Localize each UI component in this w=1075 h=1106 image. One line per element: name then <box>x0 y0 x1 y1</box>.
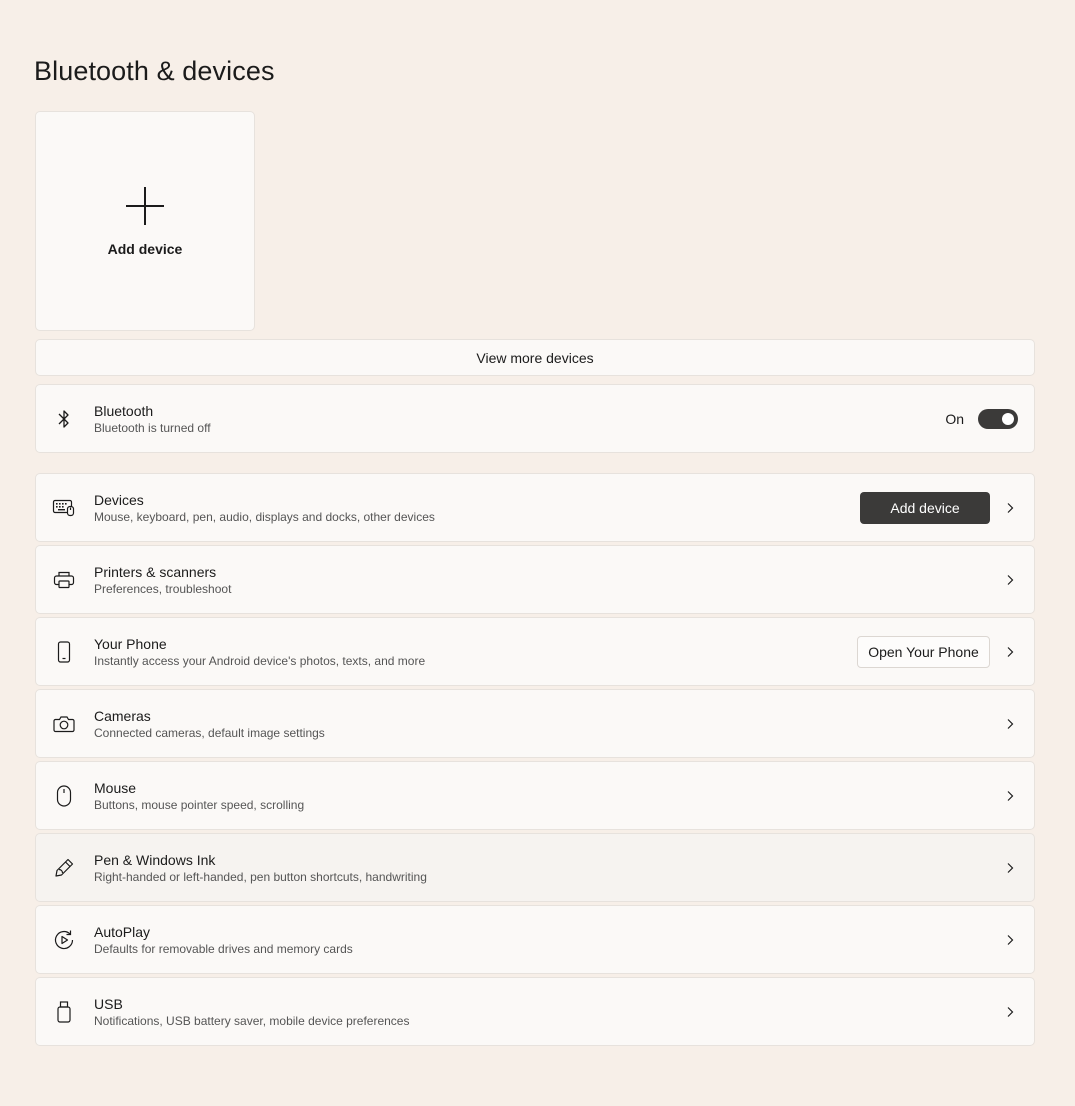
settings-row-title: Printers & scanners <box>94 563 217 580</box>
chevron-right-icon <box>1004 1006 1016 1018</box>
settings-row-devices[interactable]: Devices Mouse, keyboard, pen, audio, dis… <box>35 473 1035 542</box>
settings-row-subtitle: Buttons, mouse pointer speed, scrolling <box>94 797 305 812</box>
settings-row-autoplay[interactable]: AutoPlay Defaults for removable drives a… <box>35 905 1035 974</box>
printer-icon <box>51 567 77 593</box>
chevron-right-icon <box>1004 574 1016 586</box>
bluetooth-title: Bluetooth <box>94 402 154 419</box>
settings-row-usb[interactable]: USB Notifications, USB battery saver, mo… <box>35 977 1035 1046</box>
view-more-devices-label: View more devices <box>476 349 594 366</box>
settings-row-subtitle: Mouse, keyboard, pen, audio, displays an… <box>94 509 435 524</box>
settings-row-subtitle: Defaults for removable drives and memory… <box>94 941 353 956</box>
chevron-right-icon <box>1004 502 1016 514</box>
pen-icon <box>51 855 77 881</box>
settings-row-subtitle: Right-handed or left-handed, pen button … <box>94 869 427 884</box>
settings-row-subtitle: Preferences, troubleshoot <box>94 581 232 596</box>
add-device-tile-label: Add device <box>107 241 183 257</box>
settings-row-title: Mouse <box>94 779 137 796</box>
page-title: Bluetooth & devices <box>34 56 275 86</box>
chevron-right-icon <box>1004 646 1016 658</box>
settings-row-pen[interactable]: Pen & Windows Ink Right-handed or left-h… <box>35 833 1035 902</box>
settings-row-subtitle: Notifications, USB battery saver, mobile… <box>94 1013 410 1028</box>
add-device-tile[interactable]: Add device <box>35 111 255 331</box>
bluetooth-subtitle: Bluetooth is turned off <box>94 420 211 435</box>
chevron-right-icon <box>1004 790 1016 802</box>
bluetooth-row[interactable]: Bluetooth Bluetooth is turned off On <box>35 384 1035 453</box>
chevron-right-icon <box>1004 862 1016 874</box>
phone-icon <box>51 639 77 665</box>
settings-row-subtitle: Connected cameras, default image setting… <box>94 725 325 740</box>
bluetooth-icon <box>51 406 77 432</box>
settings-row-title: Cameras <box>94 707 151 724</box>
open-your-phone-button[interactable]: Open Your Phone <box>857 635 990 668</box>
settings-row-title: Pen & Windows Ink <box>94 851 216 868</box>
settings-row-cameras[interactable]: Cameras Connected cameras, default image… <box>35 689 1035 758</box>
add-device-button[interactable]: Add device <box>860 491 990 524</box>
settings-row-title: AutoPlay <box>94 923 151 940</box>
mouse-icon <box>51 783 77 809</box>
settings-row-title: Devices <box>94 491 144 508</box>
bluetooth-toggle[interactable] <box>978 408 1018 429</box>
usb-icon <box>51 999 77 1025</box>
settings-row-title: USB <box>94 995 123 1012</box>
chevron-right-icon <box>1004 934 1016 946</box>
camera-icon <box>51 711 77 737</box>
settings-row-title: Your Phone <box>94 635 167 652</box>
view-more-devices-button[interactable]: View more devices <box>35 339 1035 376</box>
settings-row-your-phone[interactable]: Your Phone Instantly access your Android… <box>35 617 1035 686</box>
toggle-knob <box>1002 412 1014 425</box>
settings-row-subtitle: Instantly access your Android device's p… <box>94 653 426 668</box>
settings-row-mouse[interactable]: Mouse Buttons, mouse pointer speed, scro… <box>35 761 1035 830</box>
settings-row-printers[interactable]: Printers & scanners Preferences, trouble… <box>35 545 1035 614</box>
bluetooth-toggle-label: On <box>945 410 964 427</box>
plus-icon <box>125 186 165 226</box>
autoplay-icon <box>51 927 77 953</box>
keyboard-icon <box>51 495 77 521</box>
chevron-right-icon <box>1004 718 1016 730</box>
